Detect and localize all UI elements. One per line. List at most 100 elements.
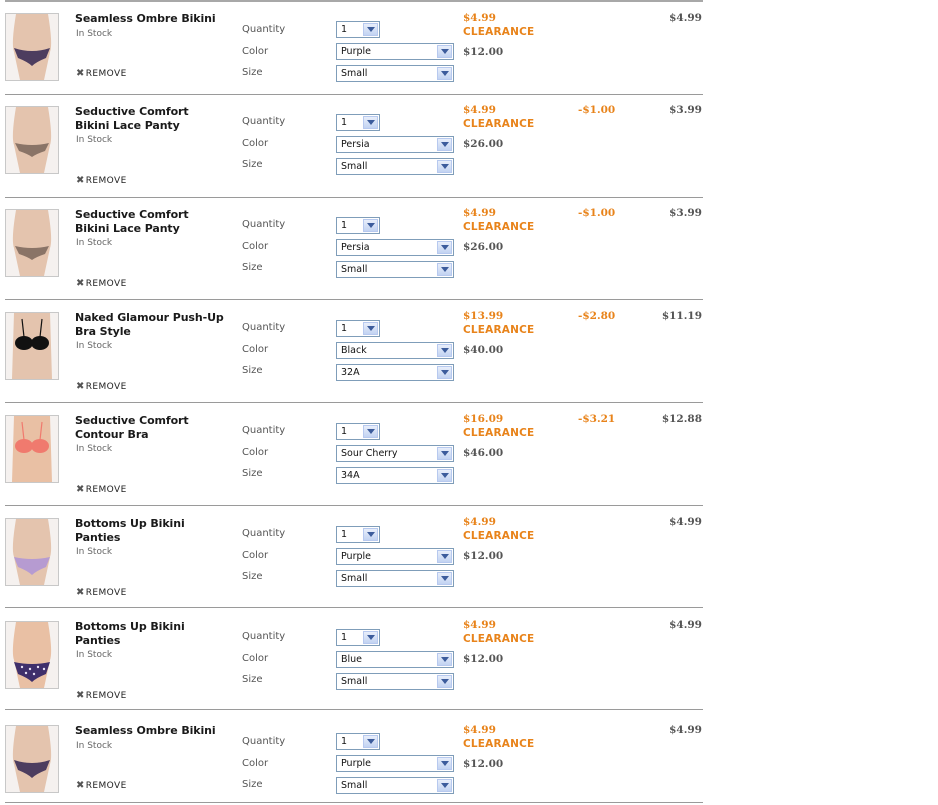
- original-price: $12.00: [463, 550, 504, 562]
- color-select-value: Sour Cherry: [341, 448, 398, 459]
- remove-button[interactable]: ✖REMOVE: [76, 68, 127, 80]
- original-price: $40.00: [463, 344, 504, 356]
- product-thumbnail[interactable]: [5, 209, 59, 277]
- size-select[interactable]: Small: [336, 777, 454, 794]
- color-select[interactable]: Persia: [336, 239, 454, 256]
- color-label: Color: [242, 344, 269, 355]
- product-thumbnail[interactable]: [5, 415, 59, 483]
- quantity-select[interactable]: 1: [336, 217, 380, 234]
- remove-label: REMOVE: [85, 588, 127, 598]
- color-select[interactable]: Purple: [336, 548, 454, 565]
- color-label: Color: [242, 758, 269, 769]
- chevron-down-icon[interactable]: [363, 425, 378, 438]
- quantity-select-value: 1: [341, 426, 348, 437]
- chevron-down-icon[interactable]: [363, 23, 378, 36]
- product-name-link[interactable]: Bottoms Up Bikini Panties: [75, 620, 225, 648]
- chevron-down-icon[interactable]: [437, 757, 452, 770]
- product-name-link[interactable]: Seductive Comfort Bikini Lace Panty: [75, 105, 225, 133]
- quantity-select[interactable]: 1: [336, 21, 380, 38]
- chevron-down-icon[interactable]: [437, 67, 452, 80]
- remove-button[interactable]: ✖REMOVE: [76, 381, 127, 393]
- chevron-down-icon[interactable]: [363, 528, 378, 541]
- quantity-select[interactable]: 1: [336, 320, 380, 337]
- quantity-select[interactable]: 1: [336, 629, 380, 646]
- color-select[interactable]: Sour Cherry: [336, 445, 454, 462]
- chevron-down-icon[interactable]: [363, 219, 378, 232]
- quantity-select[interactable]: 1: [336, 423, 380, 440]
- remove-label: REMOVE: [85, 176, 127, 186]
- remove-label: REMOVE: [85, 382, 127, 392]
- item-total: $4.99: [669, 12, 702, 24]
- chevron-down-icon[interactable]: [437, 779, 452, 792]
- original-price: $12.00: [463, 758, 504, 770]
- quantity-select-value: 1: [341, 323, 348, 334]
- product-name-link[interactable]: Naked Glamour Push-Up Bra Style: [75, 311, 225, 339]
- remove-button[interactable]: ✖REMOVE: [76, 175, 127, 187]
- remove-button[interactable]: ✖REMOVE: [76, 690, 127, 702]
- stock-status: In Stock: [76, 29, 113, 39]
- row-divider: [5, 505, 703, 506]
- chevron-down-icon[interactable]: [437, 366, 452, 379]
- quantity-select[interactable]: 1: [336, 114, 380, 131]
- chevron-down-icon[interactable]: [363, 735, 378, 748]
- size-select[interactable]: Small: [336, 261, 454, 278]
- remove-button[interactable]: ✖REMOVE: [76, 780, 127, 792]
- product-name-link[interactable]: Seductive Comfort Contour Bra: [75, 414, 225, 442]
- quantity-label: Quantity: [242, 322, 286, 333]
- product-name-link[interactable]: Seamless Ombre Bikini: [75, 724, 225, 738]
- product-thumbnail[interactable]: [5, 621, 59, 689]
- quantity-label: Quantity: [242, 736, 286, 747]
- size-select[interactable]: 32A: [336, 364, 454, 381]
- color-select[interactable]: Persia: [336, 136, 454, 153]
- product-thumbnail[interactable]: [5, 312, 59, 380]
- color-select[interactable]: Blue: [336, 651, 454, 668]
- color-select[interactable]: Purple: [336, 755, 454, 772]
- product-thumbnail[interactable]: [5, 518, 59, 586]
- chevron-down-icon[interactable]: [363, 322, 378, 335]
- product-name-link[interactable]: Seamless Ombre Bikini: [75, 12, 225, 26]
- size-select[interactable]: Small: [336, 65, 454, 82]
- product-name-link[interactable]: Bottoms Up Bikini Panties: [75, 517, 225, 545]
- product-thumbnail[interactable]: [5, 725, 59, 793]
- stock-status: In Stock: [76, 135, 113, 145]
- product-name-link[interactable]: Seductive Comfort Bikini Lace Panty: [75, 208, 225, 236]
- chevron-down-icon[interactable]: [437, 45, 452, 58]
- chevron-down-icon[interactable]: [437, 241, 452, 254]
- stock-status: In Stock: [76, 444, 113, 454]
- chevron-down-icon[interactable]: [437, 572, 452, 585]
- remove-button[interactable]: ✖REMOVE: [76, 587, 127, 599]
- cart-item-row: Seductive Comfort Bikini Lace Panty In St…: [0, 198, 704, 299]
- discount-amount: -$2.80: [578, 310, 616, 322]
- color-select[interactable]: Black: [336, 342, 454, 359]
- chevron-down-icon[interactable]: [437, 447, 452, 460]
- chevron-down-icon[interactable]: [437, 263, 452, 276]
- chevron-down-icon[interactable]: [437, 344, 452, 357]
- chevron-down-icon[interactable]: [437, 138, 452, 151]
- size-select[interactable]: Small: [336, 673, 454, 690]
- quantity-select[interactable]: 1: [336, 733, 380, 750]
- color-select[interactable]: Purple: [336, 43, 454, 60]
- chevron-down-icon[interactable]: [437, 160, 452, 173]
- remove-label: REMOVE: [85, 485, 127, 495]
- quantity-label: Quantity: [242, 631, 286, 642]
- remove-label: REMOVE: [85, 69, 127, 79]
- close-icon: ✖: [76, 381, 85, 392]
- size-select[interactable]: Small: [336, 158, 454, 175]
- size-select[interactable]: 34A: [336, 467, 454, 484]
- chevron-down-icon[interactable]: [437, 675, 452, 688]
- chevron-down-icon[interactable]: [437, 469, 452, 482]
- color-select-value: Persia: [341, 139, 370, 150]
- remove-button[interactable]: ✖REMOVE: [76, 484, 127, 496]
- product-thumbnail[interactable]: [5, 13, 59, 81]
- chevron-down-icon[interactable]: [363, 116, 378, 129]
- color-label: Color: [242, 550, 269, 561]
- chevron-down-icon[interactable]: [437, 550, 452, 563]
- product-thumbnail[interactable]: [5, 106, 59, 174]
- chevron-down-icon[interactable]: [437, 653, 452, 666]
- size-select[interactable]: Small: [336, 570, 454, 587]
- chevron-down-icon[interactable]: [363, 631, 378, 644]
- remove-button[interactable]: ✖REMOVE: [76, 278, 127, 290]
- quantity-select[interactable]: 1: [336, 526, 380, 543]
- item-total: $11.19: [661, 310, 702, 322]
- cart-item-row: Seductive Comfort Contour Bra In Stock ✖RE…: [0, 404, 704, 505]
